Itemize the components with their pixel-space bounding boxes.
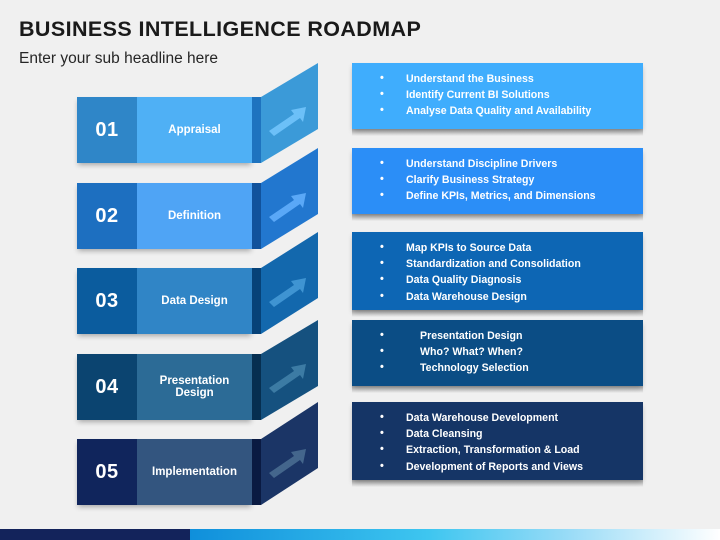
stage-label-block-02[interactable]: 02 Definition <box>77 183 252 249</box>
stage-name: Definition <box>137 183 252 249</box>
stage-connector-arrow-03 <box>252 232 318 334</box>
bullet-list: Presentation DesignWho? What? When?Techn… <box>374 327 633 377</box>
bullet-item: Development of Reports and Views <box>374 458 633 475</box>
stage-label-block-04[interactable]: 04 Presentation Design <box>77 354 252 420</box>
stage-number: 01 <box>77 97 137 163</box>
bullet-item: Understand Discipline Drivers <box>374 155 633 172</box>
bullet-item: Clarify Business Strategy <box>374 171 633 188</box>
bullet-item: Technology Selection <box>374 359 633 376</box>
bottom-bar-navy-segment <box>0 529 190 540</box>
stage-connector-arrow-05 <box>252 402 318 505</box>
stage-bullet-panel-02[interactable]: Understand Discipline DriversClarify Bus… <box>352 148 643 214</box>
page-subtitle: Enter your sub headline here <box>19 50 219 67</box>
bullet-item: Standardization and Consolidation <box>374 255 633 272</box>
panel-shadow <box>352 214 643 221</box>
stage-label-block-03[interactable]: 03 Data Design <box>77 268 252 334</box>
bullet-item: Identify Current BI Solutions <box>374 86 633 103</box>
bullet-item: Who? What? When? <box>374 343 633 360</box>
bullet-item: Presentation Design <box>374 327 633 344</box>
stage-number: 03 <box>77 268 137 334</box>
bullet-list: Map KPIs to Source DataStandardization a… <box>374 239 633 305</box>
stage-name: Data Design <box>137 268 252 334</box>
bullet-item: Analyse Data Quality and Availability <box>374 102 633 119</box>
stage-bullet-panel-01[interactable]: Understand the BusinessIdentify Current … <box>352 63 643 129</box>
stage-name: Appraisal <box>137 97 252 163</box>
bullet-list: Understand the BusinessIdentify Current … <box>374 70 633 120</box>
bullet-item: Define KPIs, Metrics, and Dimensions <box>374 187 633 204</box>
stage-name: Presentation Design <box>137 354 252 420</box>
bullet-item: Data Quality Diagnosis <box>374 271 633 288</box>
stage-label-block-01[interactable]: 01 Appraisal <box>77 97 252 163</box>
stage-label-block-05[interactable]: 05 Implementation <box>77 439 252 505</box>
stage-number: 05 <box>77 439 137 505</box>
bullet-item: Data Cleansing <box>374 425 633 442</box>
page-title: BUSINESS INTELLIGENCE ROADMAP <box>19 17 422 41</box>
bullet-item: Map KPIs to Source Data <box>374 239 633 256</box>
bottom-bar-gradient-segment <box>190 529 720 540</box>
stage-number: 04 <box>77 354 137 420</box>
panel-shadow <box>352 129 643 136</box>
stage-bullet-panel-03[interactable]: Map KPIs to Source DataStandardization a… <box>352 232 643 310</box>
slide-canvas: BUSINESS INTELLIGENCE ROADMAP Enter your… <box>0 0 720 540</box>
bullet-item: Extraction, Transformation & Load <box>374 441 633 458</box>
bullet-list: Data Warehouse DevelopmentData Cleansing… <box>374 409 633 475</box>
stage-number: 02 <box>77 183 137 249</box>
bullet-list: Understand Discipline DriversClarify Bus… <box>374 155 633 205</box>
stage-bullet-panel-04[interactable]: Presentation DesignWho? What? When?Techn… <box>352 320 643 386</box>
bullet-item: Data Warehouse Development <box>374 409 633 426</box>
stage-bullet-panel-05[interactable]: Data Warehouse DevelopmentData Cleansing… <box>352 402 643 480</box>
bullet-item: Understand the Business <box>374 70 633 87</box>
panel-shadow <box>352 310 643 317</box>
bullet-item: Data Warehouse Design <box>374 288 633 305</box>
bottom-accent-bar <box>0 529 720 540</box>
stage-name: Implementation <box>137 439 252 505</box>
panel-shadow <box>352 386 643 393</box>
panel-shadow <box>352 480 643 487</box>
